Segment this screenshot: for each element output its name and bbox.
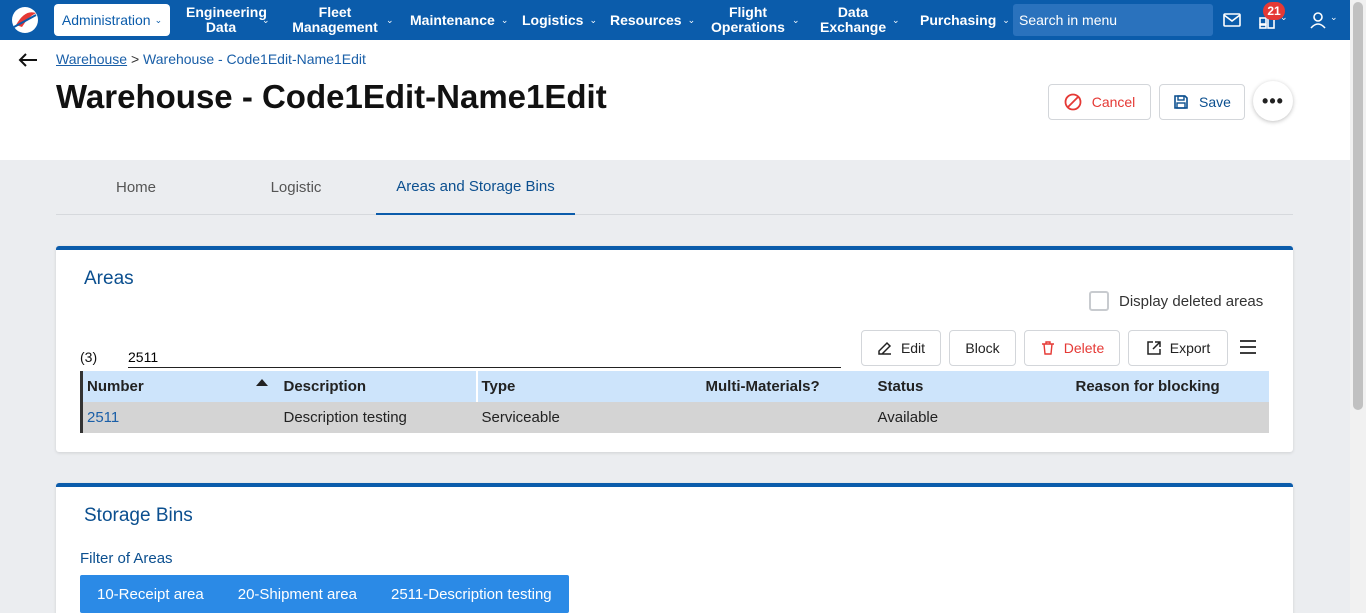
cell-multi-materials (701, 402, 874, 433)
chevron-down-icon: ⌄ (1002, 14, 1010, 25)
cell-number: 2511 (81, 402, 280, 433)
nav-item-label: Logistics (522, 11, 584, 28)
column-header-reason-for-blocking[interactable]: Reason for blocking (1071, 371, 1269, 402)
nav-resources[interactable]: Resources ⌄ (610, 0, 695, 40)
chevron-down-icon: ⌄ (792, 14, 800, 25)
nav-maintenance[interactable]: Maintenance ⌄ (410, 0, 508, 40)
column-header-type[interactable]: Type (477, 371, 702, 402)
display-deleted-areas-toggle[interactable]: Display deleted areas (1089, 291, 1263, 311)
chevron-down-icon[interactable]: ⌄ (1280, 12, 1288, 23)
filter-of-areas-label: Filter of Areas (80, 550, 173, 567)
delete-button[interactable]: Delete (1024, 330, 1120, 366)
nav-item-label: Engineering Data (186, 4, 267, 35)
chevron-down-icon: ⌄ (386, 14, 394, 25)
trash-icon (1041, 341, 1054, 355)
cancel-button-label: Cancel (1091, 94, 1136, 110)
hamburger-menu-icon[interactable] (1239, 339, 1257, 355)
breadcrumb-warehouse-link[interactable]: Warehouse (56, 51, 127, 67)
chevron-down-icon: ⌄ (154, 14, 163, 25)
save-icon (1174, 95, 1188, 109)
page-header: Warehouse > Warehouse - Code1Edit-Name1E… (0, 40, 1350, 160)
user-icon[interactable] (1308, 10, 1328, 30)
display-deleted-areas-checkbox[interactable] (1089, 291, 1109, 311)
edit-button-label: Edit (900, 340, 926, 356)
areas-filter-input[interactable] (128, 346, 841, 368)
page-title: Warehouse - Code1Edit-Name1Edit (56, 78, 607, 115)
block-button[interactable]: Block (949, 330, 1016, 366)
chevron-down-icon: ⌄ (687, 14, 696, 25)
cell-reason-for-blocking (1071, 402, 1269, 433)
top-navigation-bar: Administration ⌄ Engineering Data ⌄ Flee… (0, 0, 1350, 40)
area-number-link[interactable]: 2511 (87, 409, 119, 426)
cancel-icon (1064, 93, 1082, 111)
nav-item-label: Purchasing (920, 11, 997, 28)
tab-bar: Home Logistic Areas and Storage Bins (56, 160, 1293, 215)
menu-search-input[interactable] (1013, 4, 1213, 36)
export-button[interactable]: Export (1128, 330, 1228, 366)
nav-fleet-management[interactable]: Fleet Management ⌄ (290, 0, 394, 40)
export-icon (1147, 341, 1161, 355)
edit-button[interactable]: Edit (861, 330, 941, 366)
chevron-down-icon[interactable]: ⌄ (1330, 12, 1338, 23)
save-button-label: Save (1199, 94, 1231, 110)
mail-icon[interactable] (1222, 10, 1242, 30)
chevron-down-icon: ⌄ (262, 14, 270, 25)
page-scrollbar[interactable] (1350, 0, 1366, 613)
breadcrumb-separator: > (130, 51, 140, 67)
column-header-multi-materials[interactable]: Multi-Materials? (701, 371, 874, 402)
cancel-button[interactable]: Cancel (1048, 84, 1151, 120)
chevron-down-icon: ⌄ (892, 14, 900, 25)
nav-flight-operations[interactable]: Flight Operations ⌄ (710, 0, 800, 40)
chevron-down-icon: ⌄ (500, 14, 509, 25)
area-filter-group: 10-Receipt area 20-Shipment area 2511-De… (80, 575, 569, 613)
save-button[interactable]: Save (1159, 84, 1245, 120)
nav-item-label: Data Exchange (820, 4, 887, 35)
area-filter-chip[interactable]: 20-Shipment area (221, 575, 374, 613)
scrollbar-thumb[interactable] (1353, 2, 1363, 410)
cell-status: Available (873, 402, 1072, 433)
more-options-button[interactable]: ••• (1253, 81, 1293, 121)
storage-bins-card: Storage Bins Filter of Areas 10-Receipt … (56, 483, 1293, 613)
table-row[interactable]: 2511 Description testing Serviceable Ava… (81, 402, 1269, 433)
nav-item-label: Maintenance (410, 11, 495, 28)
nav-item-label: Resources (610, 11, 682, 28)
areas-card: Areas Display deleted areas (3) Edit Blo… (56, 246, 1293, 452)
areas-title: Areas (84, 268, 134, 289)
chevron-down-icon: ⌄ (589, 14, 598, 25)
nav-logistics[interactable]: Logistics ⌄ (522, 0, 597, 40)
delete-button-label: Delete (1063, 340, 1105, 356)
area-filter-chip[interactable]: 2511-Description testing (374, 575, 569, 613)
export-button-label: Export (1169, 340, 1211, 356)
column-header-status[interactable]: Status (873, 371, 1072, 402)
block-button-label: Block (965, 340, 1000, 356)
edit-icon (878, 341, 891, 355)
tab-areas-and-storage-bins[interactable]: Areas and Storage Bins (376, 160, 575, 215)
area-filter-chip[interactable]: 10-Receipt area (80, 575, 221, 613)
cell-description: Description testing (279, 402, 478, 433)
display-deleted-areas-label: Display deleted areas (1119, 292, 1264, 310)
nav-data-exchange[interactable]: Data Exchange ⌄ (820, 0, 900, 40)
column-header-number[interactable]: Number (81, 371, 280, 402)
nav-item-label: Fleet Management (292, 4, 378, 35)
nav-administration[interactable]: Administration ⌄ (54, 4, 170, 36)
cell-type: Serviceable (477, 402, 702, 433)
areas-table: Number Description Type Multi-Materials?… (80, 371, 1269, 433)
breadcrumb: Warehouse > Warehouse - Code1Edit-Name1E… (56, 51, 366, 67)
nav-administration-label: Administration (61, 12, 151, 28)
areas-record-count: (3) (80, 349, 98, 365)
tab-logistic[interactable]: Logistic (216, 160, 376, 215)
nav-engineering-data[interactable]: Engineering Data ⌄ (186, 0, 270, 40)
nav-item-label: Flight Operations (711, 4, 785, 35)
column-header-description[interactable]: Description (279, 371, 478, 402)
table-header-row: Number Description Type Multi-Materials?… (81, 371, 1269, 402)
storage-bins-title: Storage Bins (84, 505, 193, 526)
column-header-label: Number (87, 378, 144, 395)
sort-ascending-icon (255, 379, 268, 386)
breadcrumb-current: Warehouse - Code1Edit-Name1Edit (143, 51, 366, 67)
tab-home[interactable]: Home (56, 160, 216, 215)
app-logo-icon[interactable] (10, 5, 40, 35)
back-arrow-icon[interactable] (18, 52, 38, 68)
nav-purchasing[interactable]: Purchasing ⌄ (920, 0, 1010, 40)
